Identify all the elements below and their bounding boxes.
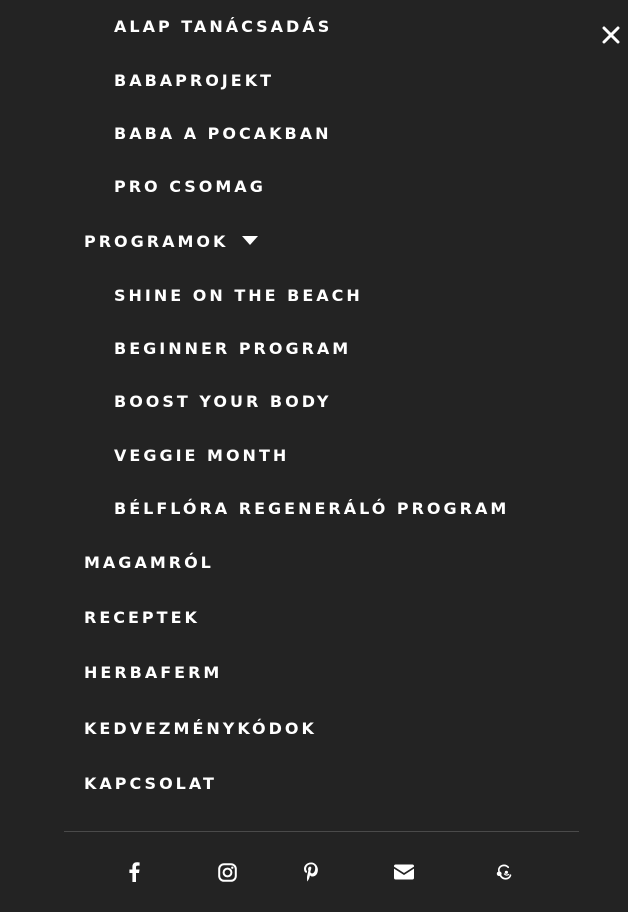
menu-item-programok[interactable]: PROGRAMOK (84, 231, 259, 252)
menu-divider (64, 831, 579, 832)
menu-item-magamrol[interactable]: MAGAMRÓL (84, 554, 214, 572)
menu-item-receptek[interactable]: RECEPTEK (84, 609, 200, 627)
facebook-link[interactable] (124, 860, 144, 884)
email-link[interactable] (392, 860, 416, 884)
menu-item-veggie-month[interactable]: VEGGIE MONTH (114, 447, 289, 465)
menu-item-shine-on-the-beach[interactable]: SHINE ON THE BEACH (114, 287, 363, 305)
instagram-icon (217, 862, 237, 882)
facebook-icon (128, 862, 140, 882)
menu-item-babaprojekt[interactable]: BABAPROJEKT (114, 72, 274, 90)
instagram-link[interactable] (215, 860, 239, 884)
menu-item-beginner-program[interactable]: BEGINNER PROGRAM (114, 340, 351, 358)
envelope-icon (394, 864, 414, 880)
pinterest-icon (304, 862, 318, 882)
menu-item-belflora-regeneralo-program[interactable]: BÉLFLÓRA REGENERÁLÓ PROGRAM (114, 500, 509, 518)
menu-item-alap-tanacsadas[interactable]: ALAP TANÁCSADÁS (114, 18, 332, 36)
menu-item-baba-a-pocakban[interactable]: BABA A POCAKBAN (114, 125, 332, 143)
close-button[interactable] (598, 22, 624, 48)
close-icon (602, 26, 620, 44)
menu-item-pro-csomag[interactable]: PRO CSOMAG (114, 178, 266, 196)
menu-item-kedvezmenykodok[interactable]: KEDVEZMÉNYKÓDOK (84, 720, 317, 738)
pinterest-link[interactable] (300, 860, 322, 884)
mailchimp-icon (496, 864, 512, 880)
menu-item-kapcsolat[interactable]: KAPCSOLAT (84, 775, 217, 793)
menu-item-herbaferm[interactable]: HERBAFERM (84, 664, 222, 682)
mailchimp-link[interactable] (493, 860, 515, 884)
menu-item-boost-your-body[interactable]: BOOST YOUR BODY (114, 393, 331, 411)
caret-down-icon[interactable] (242, 231, 259, 249)
menu-item-programok-label: PROGRAMOK (84, 232, 229, 251)
